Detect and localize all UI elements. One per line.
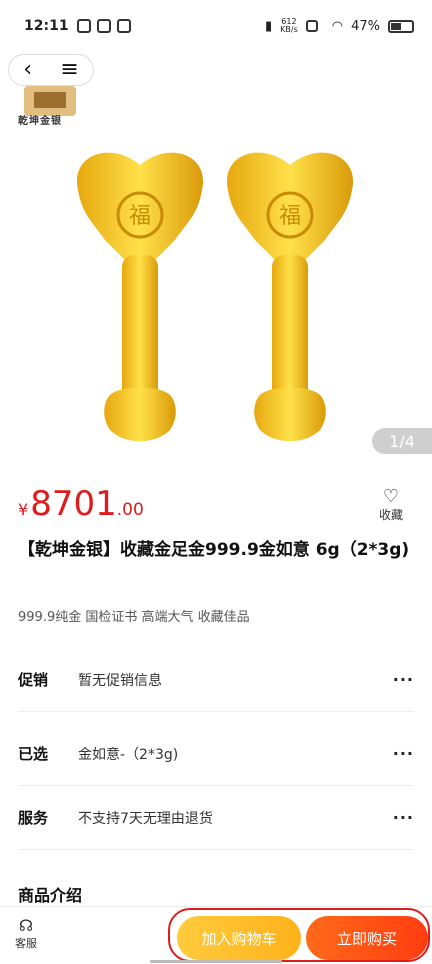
menu-icon[interactable]: ≡ bbox=[60, 59, 78, 81]
row-label: 服务 bbox=[18, 809, 49, 827]
home-indicator bbox=[150, 960, 282, 963]
buy-now-button[interactable]: 立即购买 bbox=[306, 916, 428, 960]
selected-row[interactable]: 已选 金如意-（2*3g) ··· bbox=[18, 722, 414, 786]
product-subtitle: 999.9纯金 国检证书 高端大气 收藏佳品 bbox=[18, 610, 250, 625]
brand-logo-text: 乾坤金银 bbox=[18, 116, 62, 127]
row-label: 促销 bbox=[18, 671, 49, 689]
row-value: 不支持7天无理由退货 bbox=[78, 810, 213, 827]
product-image-right: 福 bbox=[226, 152, 354, 442]
status-time: 12:11 bbox=[24, 18, 69, 34]
network-speed: 612 KB/s bbox=[280, 18, 298, 34]
sim-icon bbox=[305, 20, 318, 32]
product-title: 【乾坤金银】收藏金足金999.9金如意 6g（2*3g) bbox=[18, 540, 410, 560]
row-value: 金如意-（2*3g) bbox=[78, 746, 179, 763]
headset-icon: ☊ bbox=[18, 916, 34, 935]
more-icon[interactable]: ··· bbox=[393, 670, 414, 689]
vibrate-icon: ▮ bbox=[264, 18, 273, 34]
app-icon bbox=[96, 19, 111, 33]
status-bar: 12:11 ▮ 612 KB/s ◠ 47% bbox=[0, 0, 432, 52]
battery-icon bbox=[388, 19, 414, 33]
section-title: 商品介绍 bbox=[18, 886, 83, 905]
wifi-icon: ◠ bbox=[331, 18, 344, 34]
service-label: 客服 bbox=[15, 937, 37, 950]
heart-icon: ♡ bbox=[382, 486, 400, 507]
back-icon[interactable]: ‹ bbox=[23, 59, 32, 81]
price-currency: ¥ bbox=[18, 500, 29, 519]
row-label: 已选 bbox=[18, 745, 49, 763]
favorite-label: 收藏 bbox=[378, 508, 403, 522]
more-icon[interactable]: ··· bbox=[393, 808, 414, 827]
favorite-button[interactable]: ♡ 收藏 bbox=[372, 488, 410, 523]
speed-unit: KB/s bbox=[280, 25, 298, 34]
image-counter: 1/4 bbox=[372, 428, 432, 454]
promotion-row[interactable]: 促销 暂无促销信息 ··· bbox=[18, 648, 414, 712]
price: ¥ 8701 .00 bbox=[18, 484, 144, 524]
add-to-cart-button[interactable]: 加入购物车 bbox=[177, 916, 301, 960]
more-icon[interactable]: ··· bbox=[393, 744, 414, 763]
row-value: 暂无促销信息 bbox=[78, 672, 162, 689]
customer-service-button[interactable]: ☊ 客服 bbox=[10, 917, 42, 951]
price-integer: 8701 bbox=[30, 484, 117, 524]
mail-icon bbox=[116, 19, 131, 33]
notification-icon bbox=[76, 19, 91, 33]
product-image-left: 福 bbox=[76, 152, 204, 442]
svg-text:福: 福 bbox=[129, 204, 151, 229]
bottom-action-bar: ☊ 客服 加入购物车 立即购买 bbox=[0, 906, 432, 964]
service-row[interactable]: 服务 不支持7天无理由退货 ··· bbox=[18, 786, 414, 850]
battery-percent: 47% bbox=[351, 18, 380, 34]
nav-pill: ‹ ≡ bbox=[8, 54, 94, 86]
price-decimal: .00 bbox=[116, 500, 144, 520]
svg-text:福: 福 bbox=[279, 204, 301, 229]
